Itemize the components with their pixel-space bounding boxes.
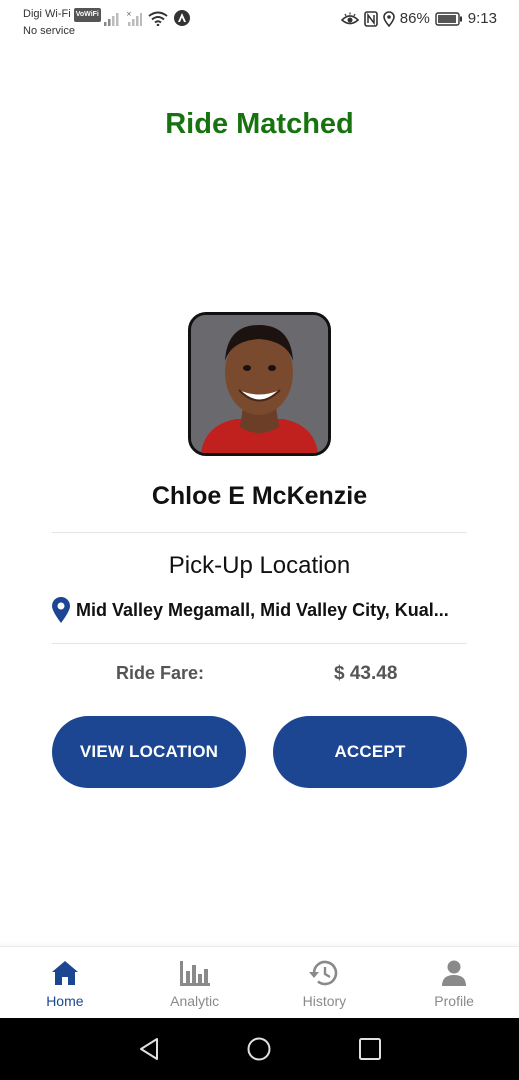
- page-title: Ride Matched: [165, 108, 354, 140]
- carrier-name: Digi Wi-Fi: [23, 8, 71, 20]
- nav-label-history: History: [302, 993, 347, 1009]
- vowifi-badge: VoWiFi: [73, 8, 101, 22]
- recents-icon[interactable]: [358, 1037, 382, 1061]
- location-icon: [382, 10, 395, 27]
- carrier-info: Digi Wi-Fi VoWiFi No service: [23, 7, 101, 38]
- nav-item-profile[interactable]: Profile: [389, 947, 519, 1018]
- system-nav-bar: [0, 1018, 519, 1080]
- view-location-button[interactable]: VIEW LOCATION: [52, 716, 246, 788]
- nav-item-analytic[interactable]: Analytic: [130, 947, 260, 1018]
- nav-label-home: Home: [46, 993, 84, 1009]
- home-circle-icon[interactable]: [247, 1037, 271, 1061]
- bottom-nav: Home Analytic History Profile: [0, 946, 519, 1018]
- svg-text:×: ×: [126, 10, 132, 18]
- driver-avatar: [188, 312, 331, 456]
- fare-label: Ride Fare:: [116, 663, 205, 683]
- nfc-icon: [363, 10, 378, 27]
- back-icon[interactable]: [137, 1037, 161, 1061]
- battery-icon: [435, 11, 462, 26]
- wifi-icon: [148, 11, 168, 26]
- clock: 9:13: [467, 10, 497, 27]
- signal-icon: [104, 13, 119, 26]
- home-icon: [51, 961, 78, 985]
- signal-off-icon: ×: [126, 10, 142, 26]
- divider: [52, 643, 467, 644]
- map-pin-icon: [52, 597, 70, 623]
- app-notification-icon: [174, 10, 190, 26]
- nav-label-analytic: Analytic: [170, 993, 220, 1009]
- pickup-address: Mid Valley Megamall, Mid Valley City, Ku…: [76, 599, 449, 620]
- nav-item-history[interactable]: History: [260, 947, 390, 1018]
- pickup-heading: Pick-Up Location: [168, 552, 351, 579]
- nav-label-profile: Profile: [434, 993, 474, 1009]
- person-icon: [442, 960, 467, 986]
- status-right: 86% 9:13: [340, 10, 497, 27]
- signal-icons: ×: [104, 10, 190, 26]
- eye-comfort-icon: [340, 12, 359, 24]
- driver-name: Chloe E McKenzie: [151, 482, 368, 510]
- status-bar: Digi Wi-Fi VoWiFi No service × 86% 9:13: [0, 0, 519, 44]
- bar-chart-icon: [179, 961, 210, 986]
- battery-percent: 86%: [399, 10, 430, 27]
- pickup-location: Mid Valley Megamall, Mid Valley City, Ku…: [52, 597, 474, 623]
- avatar-image: [191, 315, 328, 453]
- history-icon: [309, 960, 338, 986]
- accept-button[interactable]: ACCEPT: [273, 716, 467, 788]
- nav-item-home[interactable]: Home: [0, 947, 130, 1018]
- fare-value: $ 43.48: [334, 663, 398, 684]
- carrier-status: No service: [23, 25, 75, 37]
- divider: [52, 532, 467, 533]
